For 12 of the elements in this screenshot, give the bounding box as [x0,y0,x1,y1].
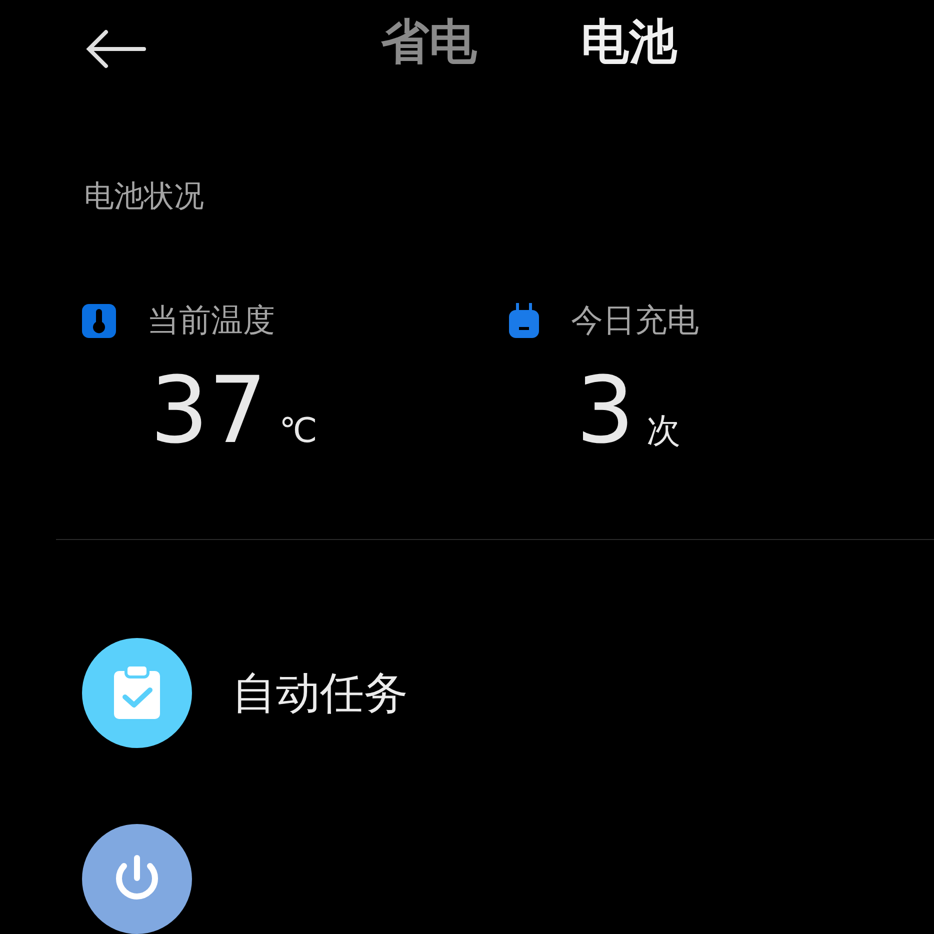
list-item-label[interactable]: 自动任务 [232,664,408,722]
plug-icon [508,303,540,340]
stat-label: 今日充电 [571,300,699,342]
stat-unit: ℃ [279,411,318,452]
thermometer-icon [82,304,116,338]
stat-unit: 次 [646,410,681,454]
stat-value: 37 [150,365,268,458]
stat-label: 当前温度 [147,300,275,342]
stat-value: 3 [576,365,635,458]
tab[interactable]: 省电 [381,10,477,74]
tab[interactable]: 电池 [581,10,677,74]
section-title: 电池状况 [84,178,205,216]
